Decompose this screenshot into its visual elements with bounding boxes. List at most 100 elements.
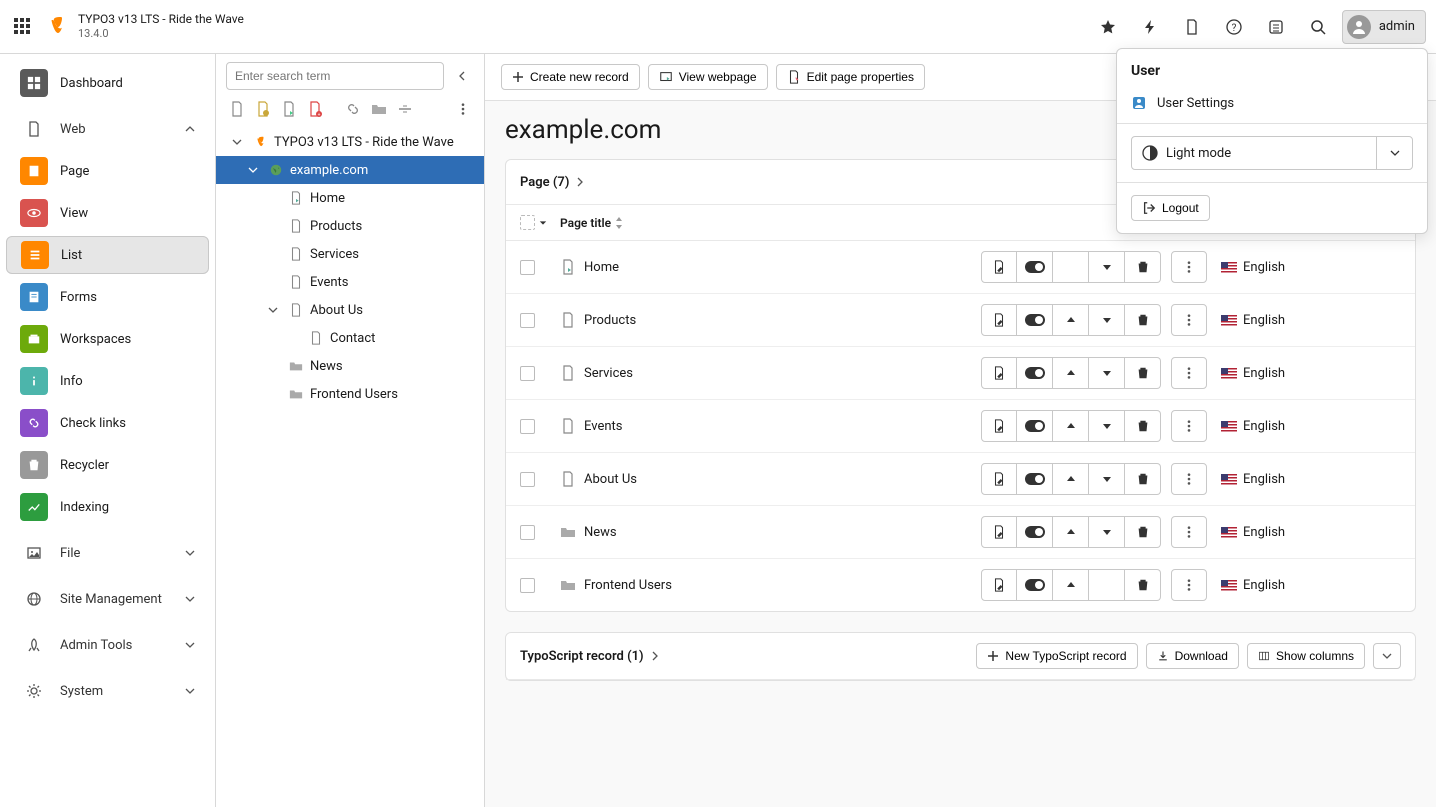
- row-title[interactable]: News: [584, 525, 617, 540]
- search-icon[interactable]: [1300, 9, 1336, 45]
- help-icon[interactable]: ?: [1216, 9, 1252, 45]
- toggle-visibility-button[interactable]: [1017, 516, 1053, 548]
- new-page-shortcut-icon[interactable]: [278, 98, 300, 120]
- row-checkbox[interactable]: [520, 525, 535, 540]
- more-actions-button[interactable]: [1171, 251, 1207, 283]
- tree-node[interactable]: Contact: [216, 324, 484, 352]
- edit-button[interactable]: [981, 304, 1017, 336]
- chevron-down-icon[interactable]: [232, 137, 246, 147]
- tree-node[interactable]: News: [216, 352, 484, 380]
- tree-node[interactable]: About Us: [216, 296, 484, 324]
- edit-button[interactable]: [981, 357, 1017, 389]
- divider-icon[interactable]: [394, 98, 416, 120]
- caret-down-icon[interactable]: [539, 219, 547, 227]
- tree-more-icon[interactable]: [452, 98, 474, 120]
- user-settings-link[interactable]: User Settings: [1117, 89, 1427, 123]
- row-title[interactable]: Events: [584, 419, 622, 434]
- module-section-web[interactable]: Web: [6, 110, 209, 148]
- module-forms[interactable]: Forms: [6, 278, 209, 316]
- module-dashboard[interactable]: Dashboard: [6, 64, 209, 102]
- row-checkbox[interactable]: [520, 260, 535, 275]
- move-up-button[interactable]: [1053, 410, 1089, 442]
- user-menu-button[interactable]: admin: [1342, 10, 1426, 44]
- col-page-title[interactable]: Page title: [560, 216, 611, 230]
- module-workspaces[interactable]: Workspaces: [6, 320, 209, 358]
- edit-button[interactable]: [981, 410, 1017, 442]
- module-check-links[interactable]: Check links: [6, 404, 209, 442]
- row-title[interactable]: Home: [584, 260, 619, 275]
- row-title[interactable]: Services: [584, 366, 633, 381]
- module-section-file[interactable]: File: [6, 534, 209, 572]
- row-checkbox[interactable]: [520, 578, 535, 593]
- module-list[interactable]: List: [6, 236, 209, 274]
- bookmark-icon[interactable]: [1090, 9, 1126, 45]
- row-title[interactable]: Products: [584, 313, 636, 328]
- delete-button[interactable]: [1125, 304, 1161, 336]
- edit-button[interactable]: [981, 569, 1017, 601]
- row-checkbox[interactable]: [520, 313, 535, 328]
- module-indexing[interactable]: Indexing: [6, 488, 209, 526]
- more-actions-button[interactable]: [1171, 357, 1207, 389]
- toggle-visibility-button[interactable]: [1017, 410, 1053, 442]
- more-actions-button[interactable]: [1171, 410, 1207, 442]
- edit-button[interactable]: [981, 516, 1017, 548]
- move-up-button[interactable]: [1053, 357, 1089, 389]
- toggle-visibility-button[interactable]: [1017, 357, 1053, 389]
- document-icon[interactable]: [1174, 9, 1210, 45]
- more-actions-button[interactable]: [1171, 569, 1207, 601]
- chevron-right-icon[interactable]: [575, 177, 585, 187]
- module-section-admin[interactable]: Admin Tools: [6, 626, 209, 664]
- delete-button[interactable]: [1125, 251, 1161, 283]
- delete-button[interactable]: [1125, 463, 1161, 495]
- module-section-system[interactable]: System: [6, 672, 209, 710]
- view-webpage-button[interactable]: View webpage: [648, 64, 768, 90]
- more-actions-button[interactable]: [1171, 516, 1207, 548]
- toggle-visibility-button[interactable]: [1017, 251, 1053, 283]
- move-up-button[interactable]: [1053, 463, 1089, 495]
- move-up-button[interactable]: [1053, 516, 1089, 548]
- toggle-visibility-button[interactable]: [1017, 569, 1053, 601]
- more-actions-button[interactable]: [1171, 463, 1207, 495]
- move-down-button[interactable]: [1089, 516, 1125, 548]
- move-up-button[interactable]: [1053, 304, 1089, 336]
- tree-node[interactable]: example.com: [216, 156, 484, 184]
- create-record-button[interactable]: Create new record: [501, 64, 640, 90]
- move-down-button[interactable]: [1089, 251, 1125, 283]
- edit-page-button[interactable]: Edit page properties: [776, 64, 925, 90]
- row-title[interactable]: Frontend Users: [584, 578, 672, 593]
- edit-button[interactable]: [981, 251, 1017, 283]
- tree-node[interactable]: Services: [216, 240, 484, 268]
- debug-icon[interactable]: [1258, 9, 1294, 45]
- download-button[interactable]: Download: [1146, 643, 1239, 669]
- color-mode-select[interactable]: Light mode: [1131, 136, 1413, 170]
- more-actions-button[interactable]: [1171, 304, 1207, 336]
- row-checkbox[interactable]: [520, 366, 535, 381]
- module-page[interactable]: Page: [6, 152, 209, 190]
- module-recycler[interactable]: Recycler: [6, 446, 209, 484]
- module-view[interactable]: View: [6, 194, 209, 232]
- new-page-hide-icon[interactable]: [252, 98, 274, 120]
- tree-node[interactable]: Products: [216, 212, 484, 240]
- delete-button[interactable]: [1125, 357, 1161, 389]
- show-columns-button[interactable]: Show columns: [1247, 643, 1365, 669]
- tree-node[interactable]: Home: [216, 184, 484, 212]
- logout-button[interactable]: Logout: [1131, 195, 1210, 221]
- toggle-visibility-button[interactable]: [1017, 304, 1053, 336]
- move-down-button[interactable]: [1089, 304, 1125, 336]
- tree-root[interactable]: TYPO3 v13 LTS - Ride the Wave: [216, 128, 484, 156]
- select-all-checkbox[interactable]: [520, 215, 535, 230]
- sort-icon[interactable]: [615, 217, 623, 229]
- move-down-button[interactable]: [1089, 410, 1125, 442]
- move-down-button[interactable]: [1089, 357, 1125, 389]
- new-page-mount-icon[interactable]: +: [304, 98, 326, 120]
- flash-icon[interactable]: [1132, 9, 1168, 45]
- link-icon[interactable]: [342, 98, 364, 120]
- collapse-panel-button[interactable]: [1373, 643, 1401, 669]
- tree-node[interactable]: Events: [216, 268, 484, 296]
- module-info[interactable]: Info: [6, 362, 209, 400]
- edit-button[interactable]: [981, 463, 1017, 495]
- row-checkbox[interactable]: [520, 419, 535, 434]
- delete-button[interactable]: [1125, 569, 1161, 601]
- new-typoscript-button[interactable]: New TypoScript record: [976, 643, 1137, 669]
- chevron-down-icon[interactable]: [248, 165, 262, 175]
